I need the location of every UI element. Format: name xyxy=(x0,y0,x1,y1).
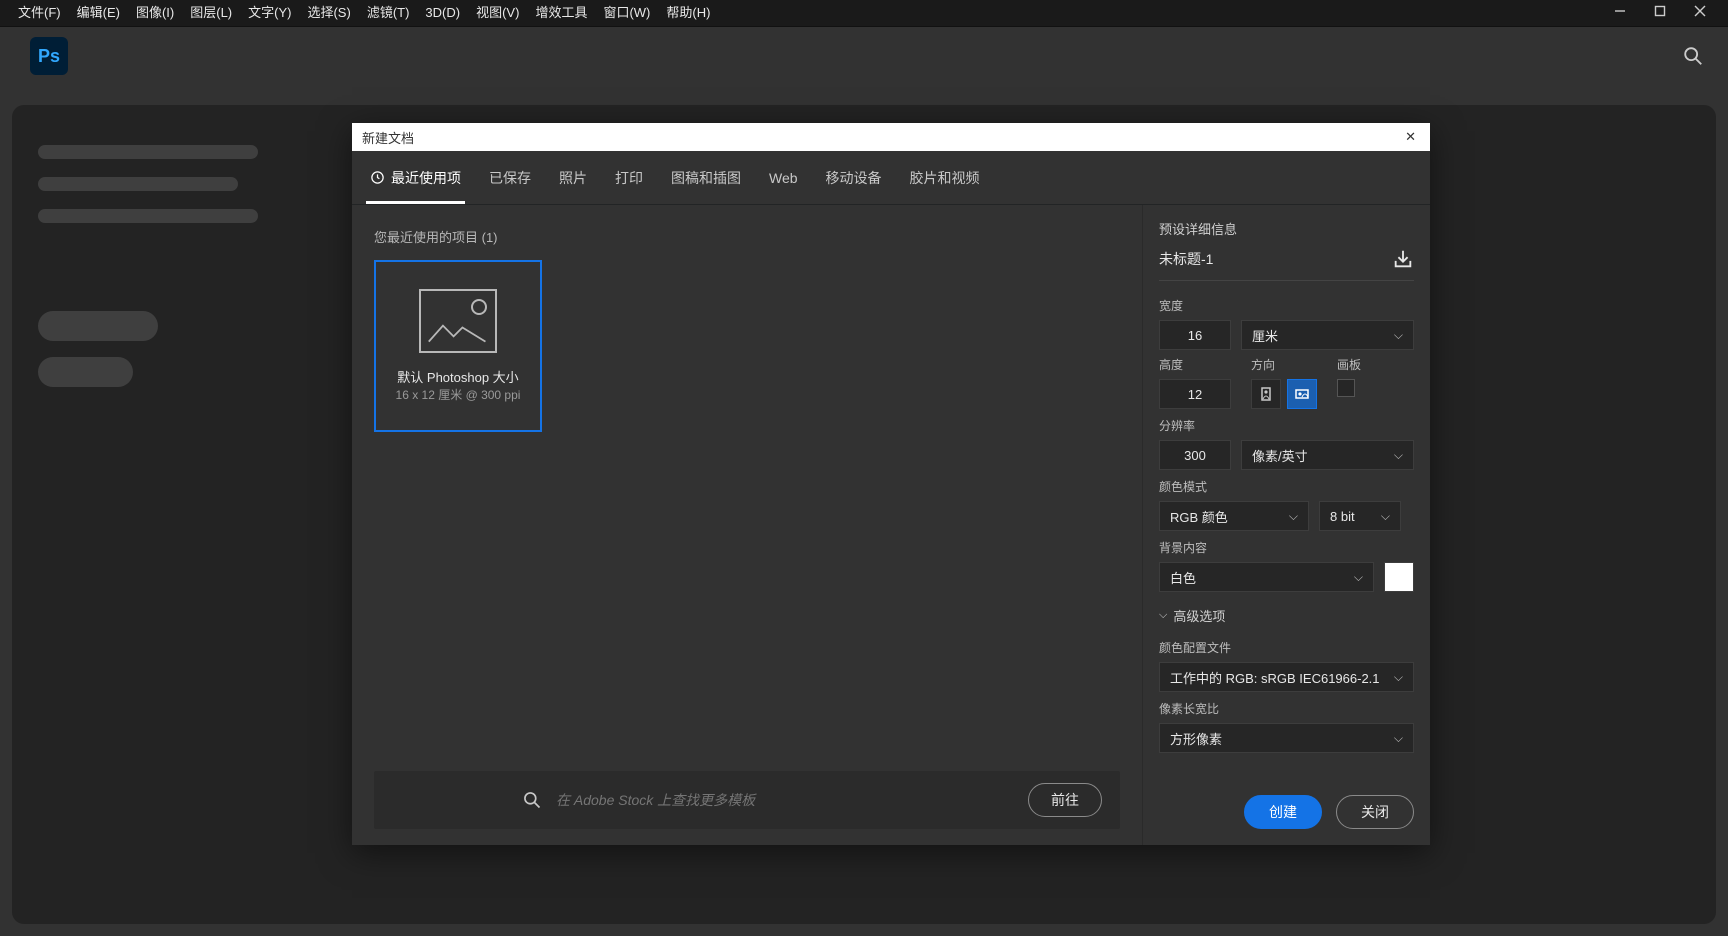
tab-saved[interactable]: 已保存 xyxy=(489,151,531,204)
width-label: 宽度 xyxy=(1159,297,1414,314)
stock-go-button[interactable]: 前往 xyxy=(1028,783,1102,817)
create-button[interactable]: 创建 xyxy=(1244,795,1322,829)
artboard-checkbox[interactable] xyxy=(1337,379,1355,397)
preset-card-default[interactable]: 默认 Photoshop 大小 16 x 12 厘米 @ 300 ppi xyxy=(374,260,542,432)
tab-mobile[interactable]: 移动设备 xyxy=(826,151,882,204)
preset-details-title: 预设详细信息 xyxy=(1159,219,1414,238)
resolution-unit-select[interactable]: 像素/英寸⌵ xyxy=(1241,440,1414,470)
color-profile-label: 颜色配置文件 xyxy=(1159,639,1414,656)
background-color-swatch[interactable] xyxy=(1384,562,1414,592)
tab-print[interactable]: 打印 xyxy=(615,151,643,204)
recent-items-label: 您最近使用的项目 (1) xyxy=(374,227,1120,246)
menu-bar: 文件(F) 编辑(E) 图像(I) 图层(L) 文字(Y) 选择(S) 滤镜(T… xyxy=(0,0,728,26)
adobe-stock-search-bar: 前往 xyxy=(374,771,1120,829)
clock-icon xyxy=(370,170,385,185)
resolution-label: 分辨率 xyxy=(1159,417,1414,434)
orientation-label: 方向 xyxy=(1251,356,1317,373)
menu-select[interactable]: 选择(S) xyxy=(299,0,358,26)
height-input[interactable] xyxy=(1159,379,1231,409)
tab-web[interactable]: Web xyxy=(769,151,798,204)
preset-subtitle: 16 x 12 厘米 @ 300 ppi xyxy=(396,386,521,403)
menu-filter[interactable]: 滤镜(T) xyxy=(359,0,418,26)
dialog-close-button[interactable]: ✕ xyxy=(1401,129,1420,145)
menu-plugins[interactable]: 增效工具 xyxy=(527,0,595,26)
color-mode-select[interactable]: RGB 颜色⌵ xyxy=(1159,501,1309,531)
tab-art[interactable]: 图稿和插图 xyxy=(671,151,741,204)
height-label: 高度 xyxy=(1159,356,1231,373)
search-icon xyxy=(522,790,542,810)
close-button[interactable]: 关闭 xyxy=(1336,795,1414,829)
color-mode-label: 颜色模式 xyxy=(1159,478,1414,495)
stock-search-input[interactable] xyxy=(556,792,1014,808)
menu-layer[interactable]: 图层(L) xyxy=(182,0,240,26)
advanced-options-toggle[interactable]: ⌵ 高级选项 xyxy=(1159,606,1414,625)
home-sidebar-skeleton xyxy=(38,145,268,403)
chevron-down-icon: ⌵ xyxy=(1354,570,1363,585)
dialog-title: 新建文档 xyxy=(362,128,414,147)
menu-3d[interactable]: 3D(D) xyxy=(417,0,468,26)
tab-film[interactable]: 胶片和视频 xyxy=(910,151,980,204)
chevron-down-icon: ⌵ xyxy=(1394,328,1403,343)
chevron-down-icon: ⌵ xyxy=(1394,670,1403,685)
chevron-down-icon: ⌵ xyxy=(1381,509,1390,524)
width-input[interactable] xyxy=(1159,320,1231,350)
chevron-down-icon: ⌵ xyxy=(1289,509,1298,524)
menu-image[interactable]: 图像(I) xyxy=(128,0,182,26)
dialog-tabs: 最近使用项 已保存 照片 打印 图稿和插图 Web 移动设备 胶片和视频 xyxy=(352,151,1430,205)
orientation-landscape-button[interactable] xyxy=(1287,379,1317,409)
window-controls xyxy=(1600,2,1720,20)
pixel-aspect-label: 像素长宽比 xyxy=(1159,700,1414,717)
artboard-label: 画板 xyxy=(1337,356,1361,373)
preset-thumbnail-icon xyxy=(419,289,497,353)
background-select[interactable]: 白色⌵ xyxy=(1159,562,1374,592)
menu-file[interactable]: 文件(F) xyxy=(10,0,69,26)
pixel-aspect-select[interactable]: 方形像素⌵ xyxy=(1159,723,1414,753)
menu-help[interactable]: 帮助(H) xyxy=(658,0,718,26)
save-preset-icon[interactable] xyxy=(1392,248,1414,270)
background-label: 背景内容 xyxy=(1159,539,1414,556)
new-document-dialog: 新建文档 ✕ 最近使用项 已保存 照片 打印 图稿和插图 xyxy=(352,123,1430,845)
chevron-down-icon: ⌵ xyxy=(1159,609,1167,622)
menu-window[interactable]: 窗口(W) xyxy=(595,0,658,26)
menu-type[interactable]: 文字(Y) xyxy=(240,0,299,26)
bit-depth-select[interactable]: 8 bit⌵ xyxy=(1319,501,1401,531)
app-header: Ps xyxy=(0,27,1728,85)
photoshop-logo: Ps xyxy=(30,37,68,75)
menu-edit[interactable]: 编辑(E) xyxy=(69,0,128,26)
minimize-button[interactable] xyxy=(1600,2,1640,20)
tab-recent[interactable]: 最近使用项 xyxy=(370,151,461,204)
resolution-input[interactable] xyxy=(1159,440,1231,470)
chevron-down-icon: ⌵ xyxy=(1394,731,1403,746)
search-icon[interactable] xyxy=(1682,45,1704,67)
unit-select[interactable]: 厘米⌵ xyxy=(1241,320,1414,350)
chevron-down-icon: ⌵ xyxy=(1394,448,1403,463)
document-name-field[interactable]: 未标题-1 xyxy=(1159,249,1213,269)
maximize-button[interactable] xyxy=(1640,2,1680,20)
preset-name: 默认 Photoshop 大小 xyxy=(396,367,521,386)
dialog-titlebar: 新建文档 ✕ xyxy=(352,123,1430,151)
close-window-button[interactable] xyxy=(1680,2,1720,20)
menu-view[interactable]: 视图(V) xyxy=(468,0,527,26)
color-profile-select[interactable]: 工作中的 RGB: sRGB IEC61966-2.1⌵ xyxy=(1159,662,1414,692)
orientation-portrait-button[interactable] xyxy=(1251,379,1281,409)
tab-photo[interactable]: 照片 xyxy=(559,151,587,204)
